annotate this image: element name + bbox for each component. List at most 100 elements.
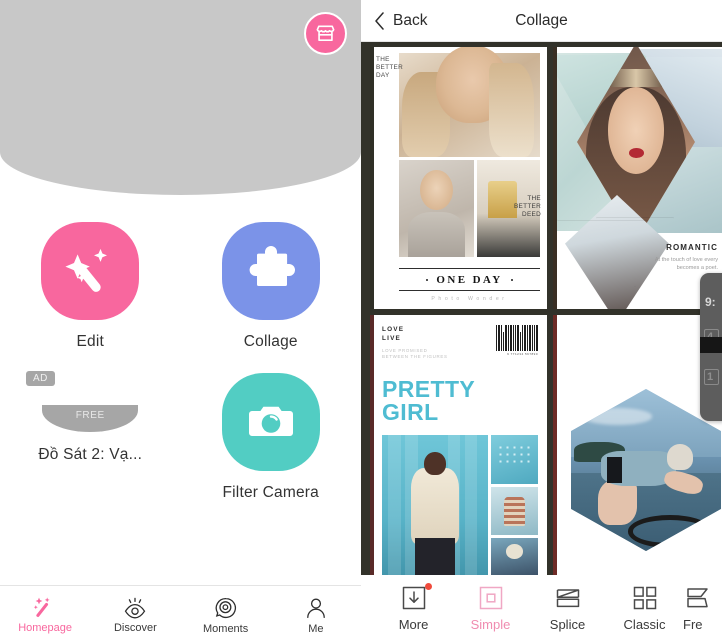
template-romantic[interactable]: ROMANTIC At the touch of love every beco…	[553, 47, 722, 309]
tab-label-discover: Discover	[113, 622, 157, 634]
tab-discover[interactable]: Discover	[90, 586, 180, 641]
single-frame-icon	[478, 585, 504, 611]
photo-detail	[419, 169, 453, 211]
side-widget-shade	[700, 337, 722, 353]
eye-icon	[125, 597, 146, 619]
template-title: ONE DAY	[436, 274, 503, 286]
toolbar-label-simple: Simple	[470, 616, 511, 632]
romantic-body: At the touch of love every becomes a poe…	[654, 257, 718, 271]
app-label-filter-camera: Filter Camera	[222, 484, 319, 501]
filter-camera-icon-tile[interactable]	[221, 373, 320, 471]
storefront-icon[interactable]	[304, 12, 347, 55]
template-footer: ONE DAY Photo Wonder	[399, 268, 540, 302]
photo-slot-1	[399, 47, 540, 157]
template-pretty-girl[interactable]: LOVE LIVE LOVE PROMISED BETWEEN THE FIGU…	[370, 315, 547, 575]
app-shortcut-grid: Edit Collage AD FREE Đồ Sát 2: Vạ... Fil…	[0, 222, 361, 502]
photo-row	[382, 435, 538, 575]
toolbar-label-classic: Classic	[623, 616, 666, 632]
toolbar-item-classic[interactable]: Classic	[606, 585, 683, 632]
app-shortcut-collage[interactable]: Collage	[181, 222, 362, 351]
toolbar-item-simple[interactable]: Simple	[452, 585, 529, 632]
app-shortcut-filter-camera[interactable]: Filter Camera	[181, 373, 362, 502]
app-label-collage: Collage	[243, 333, 298, 350]
template-one-day[interactable]: THE BETTER DAY THE BETTER DEED ONE DAY P…	[370, 47, 547, 309]
free-frame-glyph	[687, 587, 708, 607]
photo-detail	[488, 181, 518, 219]
splice-frame-glyph	[556, 588, 579, 607]
bullet-dot	[426, 279, 429, 281]
template-grid: THE BETTER DAY THE BETTER DEED ONE DAY P…	[370, 47, 722, 575]
photo-detail	[628, 515, 712, 548]
photo-detail	[410, 468, 460, 545]
photo-detail	[583, 408, 652, 425]
template-hexagon[interactable]	[553, 315, 722, 575]
photo-slot-side-3	[491, 538, 538, 575]
brand-tagline: LOVE PROMISED BETWEEN THE FIGURES	[382, 348, 448, 359]
collage-header: Back Collage	[361, 0, 722, 42]
ad-title: Đồ Sát 2: Vạ...	[38, 446, 143, 463]
photo-slot-2	[399, 160, 474, 257]
caption-the-better-day: THE BETTER DAY	[376, 56, 404, 80]
tab-me[interactable]: Me	[271, 586, 361, 641]
template-spine	[370, 315, 374, 575]
person-icon	[307, 598, 325, 619]
photo-slot-hexagon	[571, 389, 721, 551]
photo-detail	[464, 435, 478, 575]
ad-image-placeholder: FREE	[42, 405, 139, 432]
magic-wand-icon	[65, 248, 108, 292]
toolbar-label-splice: Splice	[549, 616, 586, 632]
puzzle-piece-icon	[249, 246, 295, 286]
moments-icon	[215, 597, 236, 619]
download-box-glyph	[402, 586, 425, 609]
collage-icon-tile[interactable]	[221, 222, 320, 320]
grid-frame-glyph	[633, 586, 656, 609]
back-button[interactable]: Back	[361, 0, 427, 41]
tab-label-homepage: Homepage	[18, 622, 73, 634]
photo-detail	[414, 538, 456, 575]
floating-side-widget[interactable]: 9: 4 1	[700, 273, 722, 421]
toolbar-label-more: More	[398, 616, 429, 632]
magazine-title: PRETTY GIRL	[382, 376, 475, 425]
barcode-icon	[496, 325, 538, 351]
toolbar-item-more[interactable]: More	[375, 582, 452, 632]
photo-app-home-screen: Edit Collage AD FREE Đồ Sát 2: Vạ... Fil…	[0, 0, 361, 641]
storefront-glyph	[316, 25, 335, 42]
brand-name: LOVE LIVE	[382, 326, 405, 342]
side-widget-key-label: 1	[707, 371, 714, 383]
bullet-dot	[510, 279, 513, 281]
tab-homepage[interactable]: Homepage	[0, 586, 90, 641]
photo-detail	[598, 479, 637, 526]
download-box-icon	[401, 585, 427, 611]
photo-detail	[607, 457, 622, 483]
magic-wand-icon	[33, 597, 50, 617]
back-label: Back	[393, 11, 428, 29]
free-frame-icon	[685, 585, 711, 611]
toolbar-item-free[interactable]: Fre	[683, 585, 722, 632]
photo-detail	[489, 63, 535, 157]
photo-slot-side-2	[491, 486, 538, 536]
romantic-caption-block: ROMANTIC At the touch of love every beco…	[655, 243, 718, 272]
brand-block: LOVE LIVE LOVE PROMISED BETWEEN THE FIGU…	[382, 325, 448, 360]
dual-screenshot: Edit Collage AD FREE Đồ Sát 2: Vạ... Fil…	[0, 0, 722, 641]
collage-style-toolbar: More Simple Splice Classic Fre	[361, 575, 722, 641]
caption-the-better-deed: THE BETTER DEED	[513, 195, 541, 219]
tab-moments[interactable]: Moments	[181, 586, 271, 641]
tab-label-moments: Moments	[203, 623, 249, 635]
edit-icon-tile[interactable]	[41, 222, 140, 320]
photo-detail	[667, 444, 693, 470]
photo-detail	[407, 212, 465, 257]
barcode-number: 9 771234 567890	[507, 352, 538, 356]
barcode-block: 9 771234 567890	[496, 325, 538, 356]
ad-badge: AD	[26, 371, 55, 386]
side-widget-time: 9:	[705, 295, 716, 309]
toolbar-label-free: Fre	[683, 616, 703, 632]
photo-detail	[388, 435, 402, 575]
ad-shortcut-slot[interactable]: AD FREE Đồ Sát 2: Vạ...	[0, 371, 181, 502]
template-title-row: ONE DAY	[399, 269, 540, 290]
photo-slot-side-1	[491, 435, 538, 484]
toolbar-item-splice[interactable]: Splice	[529, 585, 606, 632]
photo-slot-main	[382, 435, 489, 575]
grid-frame-icon	[632, 585, 658, 611]
app-shortcut-edit[interactable]: Edit	[0, 222, 181, 351]
app-label-edit: Edit	[76, 333, 104, 350]
